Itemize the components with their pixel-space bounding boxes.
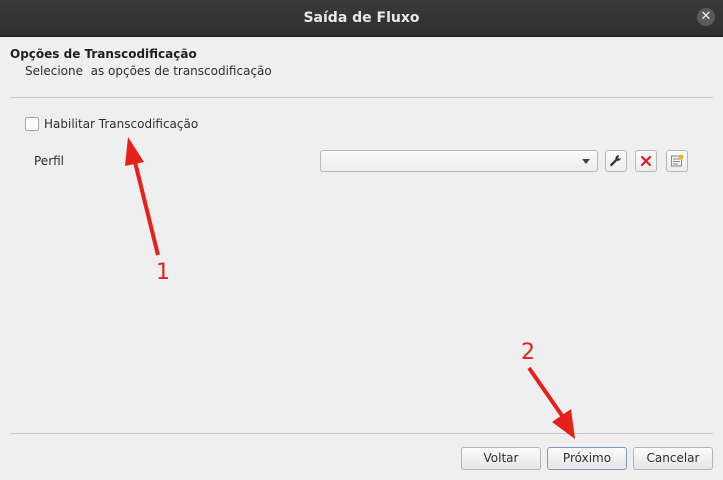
annotation-number-2: 2 [521, 340, 535, 365]
annotation-number-1: 1 [156, 260, 170, 285]
annotation-overlay [125, 137, 575, 439]
annotation-arrow-1 [125, 137, 160, 256]
annotation-arrow-2 [527, 366, 575, 439]
